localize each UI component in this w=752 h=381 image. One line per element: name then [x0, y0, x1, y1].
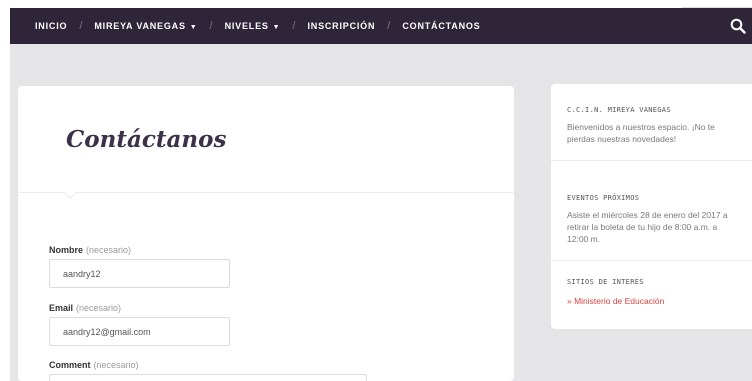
nav-item-contactanos[interactable]: CONTÁCTANOS [402, 21, 480, 31]
email-field[interactable]: aandry12@gmail.com [49, 317, 230, 346]
comment-textarea[interactable] [49, 374, 367, 381]
caret-down-icon: ▼ [189, 24, 198, 31]
required-note: (necesario) [76, 303, 122, 313]
main-navbar: INICIO / MIREYA VANEGAS ▼ / NIVELES ▼ / IN… [10, 8, 752, 44]
search-icon [730, 18, 746, 34]
top-right-bar [682, 0, 752, 8]
page-title: Contáctanos [66, 126, 227, 153]
top-strip [0, 0, 752, 8]
field-label-text: Email [49, 303, 74, 313]
widget-divider [551, 160, 752, 161]
widget-text: Asiste el miércoles 28 de enero del 2017… [567, 210, 728, 244]
widget-title: C.C.I.N. MIREYA VANEGAS [567, 106, 671, 114]
link-ministerio-educacion[interactable]: » Ministerio de Educación [567, 296, 752, 306]
nav-item-label: MIREYA VANEGAS [94, 21, 186, 31]
required-note: (necesario) [86, 245, 132, 255]
widget-divider [551, 260, 752, 261]
nav-item-niveles[interactable]: NIVELES ▼ [225, 21, 281, 31]
widget-welcome: C.C.I.N. MIREYA VANEGAS Bienvenidos a nu… [551, 106, 752, 145]
widget-title: EVENTOS PRÓXIMOS [567, 194, 640, 202]
widget-text: Bienvenidos a nuestros espacio. ¡No te p… [567, 122, 715, 144]
nav-item-inscripcion[interactable]: INSCRIPCIÓN [307, 21, 375, 31]
nav-separator: / [387, 20, 391, 32]
nav-separator: / [292, 20, 296, 32]
nav-item-mireya-vanegas[interactable]: MIREYA VANEGAS ▼ [94, 21, 197, 31]
nav-menu: INICIO / MIREYA VANEGAS ▼ / NIVELES ▼ / IN… [35, 20, 480, 32]
email-label: Email (necesario) [49, 303, 121, 313]
field-label-text: Nombre [49, 245, 84, 255]
sidebar: C.C.I.N. MIREYA VANEGAS Bienvenidos a nu… [551, 84, 752, 329]
nav-separator: / [79, 20, 83, 32]
nav-item-inicio[interactable]: INICIO [35, 21, 67, 31]
name-field[interactable]: aandry12 [49, 259, 230, 288]
comment-label: Comment (necesario) [49, 360, 139, 370]
widget-title: SITIOS DE INTERÉS [567, 278, 644, 286]
divider-notch [62, 184, 78, 200]
name-label: Nombre (necesario) [49, 245, 131, 255]
field-label-text: Comment [49, 360, 91, 370]
search-button[interactable] [724, 12, 752, 40]
required-note: (necesario) [93, 360, 139, 370]
title-divider [18, 192, 514, 193]
widget-events: EVENTOS PRÓXIMOS Asiste el miércoles 28 … [551, 194, 752, 245]
caret-down-icon: ▼ [272, 24, 281, 31]
nav-separator: / [209, 20, 213, 32]
widget-links: SITIOS DE INTERÉS » Ministerio de Educac… [551, 278, 752, 306]
nav-item-label: NIVELES [224, 21, 269, 31]
